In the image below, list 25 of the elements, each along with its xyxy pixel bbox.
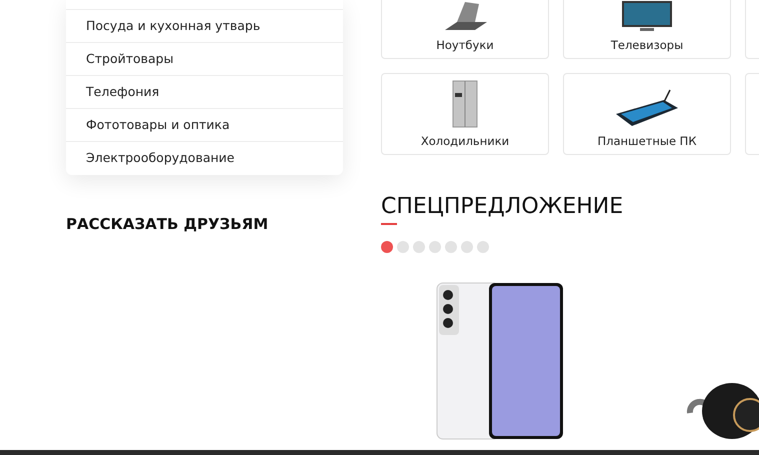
category-label: Планшетные ПК	[597, 134, 696, 148]
category-label: Телевизоры	[610, 38, 684, 52]
category-label: Холодильники	[420, 134, 510, 148]
menu-item[interactable]: Фототовары и оптика	[66, 109, 343, 142]
slider-dot[interactable]	[429, 241, 441, 253]
menu-item[interactable]: Телефония	[66, 76, 343, 109]
slider-dot[interactable]	[461, 241, 473, 253]
category-label: Ноутбуки	[436, 38, 494, 52]
category-card[interactable]: Ноутбуки	[381, 0, 549, 59]
slider-dot[interactable]	[413, 241, 425, 253]
slider-dot[interactable]	[477, 241, 489, 253]
category-card[interactable]: Холодильники	[381, 73, 549, 155]
category-card[interactable]: Телевизоры	[563, 0, 731, 59]
menu-item[interactable]: Посуда и кухонная утварь	[66, 10, 343, 43]
share-heading: РАССКАЗАТЬ ДРУЗЬЯМ	[66, 215, 270, 233]
fridge-photo	[452, 80, 478, 128]
slider-dot[interactable]	[397, 241, 409, 253]
slider-dot[interactable]	[381, 241, 393, 253]
menu-item[interactable]: Электрооборудование	[66, 142, 343, 175]
category-card[interactable]: Планшетные ПК	[563, 73, 731, 155]
slider-dot[interactable]	[445, 241, 457, 253]
menu-item[interactable]: Стройтовары	[66, 43, 343, 76]
special-offer-heading: СПЕЦПРЕДЛОЖЕНИЕ	[381, 194, 624, 225]
tv-photo	[622, 0, 672, 32]
tablet-photo	[614, 88, 680, 128]
